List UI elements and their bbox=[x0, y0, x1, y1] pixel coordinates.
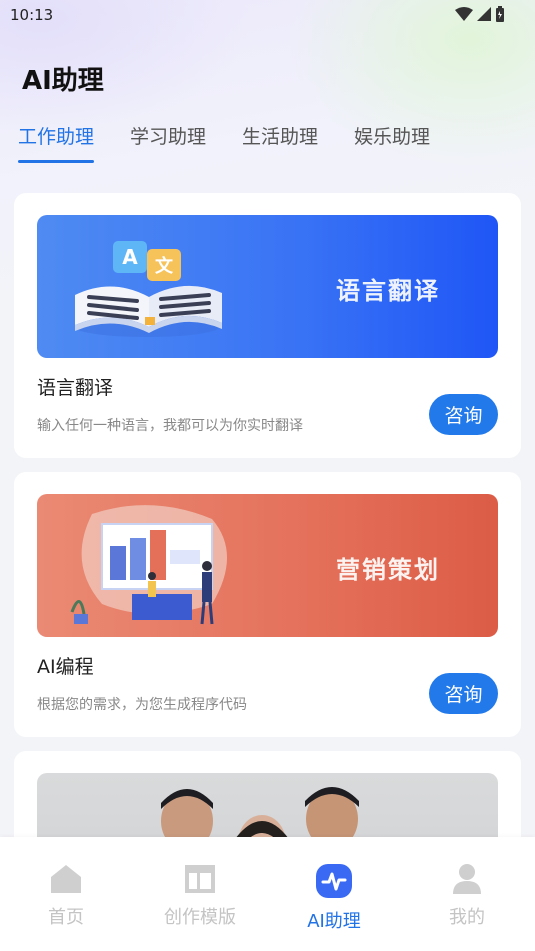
banner-text: 营销策划 bbox=[336, 556, 440, 584]
status-icons bbox=[455, 6, 505, 22]
template-icon bbox=[185, 865, 215, 893]
wifi-icon bbox=[455, 7, 473, 21]
card-description: 根据您的需求，为您生成程序代码 bbox=[37, 697, 247, 713]
page-title: AI助理 bbox=[22, 66, 104, 96]
tabbar-label: AI助理 bbox=[307, 911, 361, 932]
tabbar-templates[interactable]: 创作模版 bbox=[150, 863, 250, 929]
svg-text:文: 文 bbox=[155, 255, 174, 277]
card-title: AI编程 bbox=[37, 656, 94, 678]
tabbar-label: 首页 bbox=[48, 907, 84, 928]
header-background bbox=[0, 0, 535, 200]
battery-icon bbox=[496, 6, 504, 22]
book-illustration: A 文 bbox=[75, 241, 222, 337]
category-tabs: 工作助理 学习助理 生活助理 娱乐助理 bbox=[18, 122, 430, 163]
consult-button[interactable]: 咨询 bbox=[429, 673, 498, 714]
assistant-card-translation[interactable]: A 文 语言翻译 语言翻译 输入任何一种语言，我都可以为你实时翻译 咨询 bbox=[14, 193, 521, 458]
assistant-card-coding[interactable]: 营销策划 AI编程 根据您的需求，为您生成程序代码 咨询 bbox=[14, 472, 521, 737]
tab-life[interactable]: 生活助理 bbox=[242, 122, 318, 149]
marketing-banner: 营销策划 bbox=[37, 494, 498, 637]
card-description: 输入任何一种语言，我都可以为你实时翻译 bbox=[37, 418, 303, 434]
status-time: 10:13 bbox=[10, 6, 54, 24]
signal-icon bbox=[477, 7, 491, 21]
bottom-tab-bar: 首页 创作模版 AI助理 我的 bbox=[0, 837, 535, 951]
tabbar-label: 我的 bbox=[449, 907, 485, 928]
tabbar-label: 创作模版 bbox=[164, 907, 236, 928]
svg-text:A: A bbox=[122, 245, 138, 269]
tabbar-profile[interactable]: 我的 bbox=[417, 863, 517, 929]
tab-study[interactable]: 学习助理 bbox=[130, 122, 206, 149]
marketing-illustration bbox=[70, 505, 227, 625]
tabbar-ai-assistant[interactable]: AI助理 bbox=[284, 863, 384, 933]
banner-text: 语言翻译 bbox=[336, 277, 440, 305]
tab-work[interactable]: 工作助理 bbox=[18, 122, 95, 163]
profile-icon bbox=[453, 864, 481, 894]
card-title: 语言翻译 bbox=[37, 377, 114, 399]
tabbar-home[interactable]: 首页 bbox=[16, 863, 116, 929]
status-bar: 10:13 bbox=[0, 0, 535, 30]
ai-assistant-icon bbox=[316, 864, 352, 898]
tab-entertainment[interactable]: 娱乐助理 bbox=[354, 122, 430, 149]
home-icon bbox=[51, 865, 81, 893]
consult-button[interactable]: 咨询 bbox=[429, 394, 498, 435]
translation-banner: A 文 语言翻译 bbox=[37, 215, 498, 358]
